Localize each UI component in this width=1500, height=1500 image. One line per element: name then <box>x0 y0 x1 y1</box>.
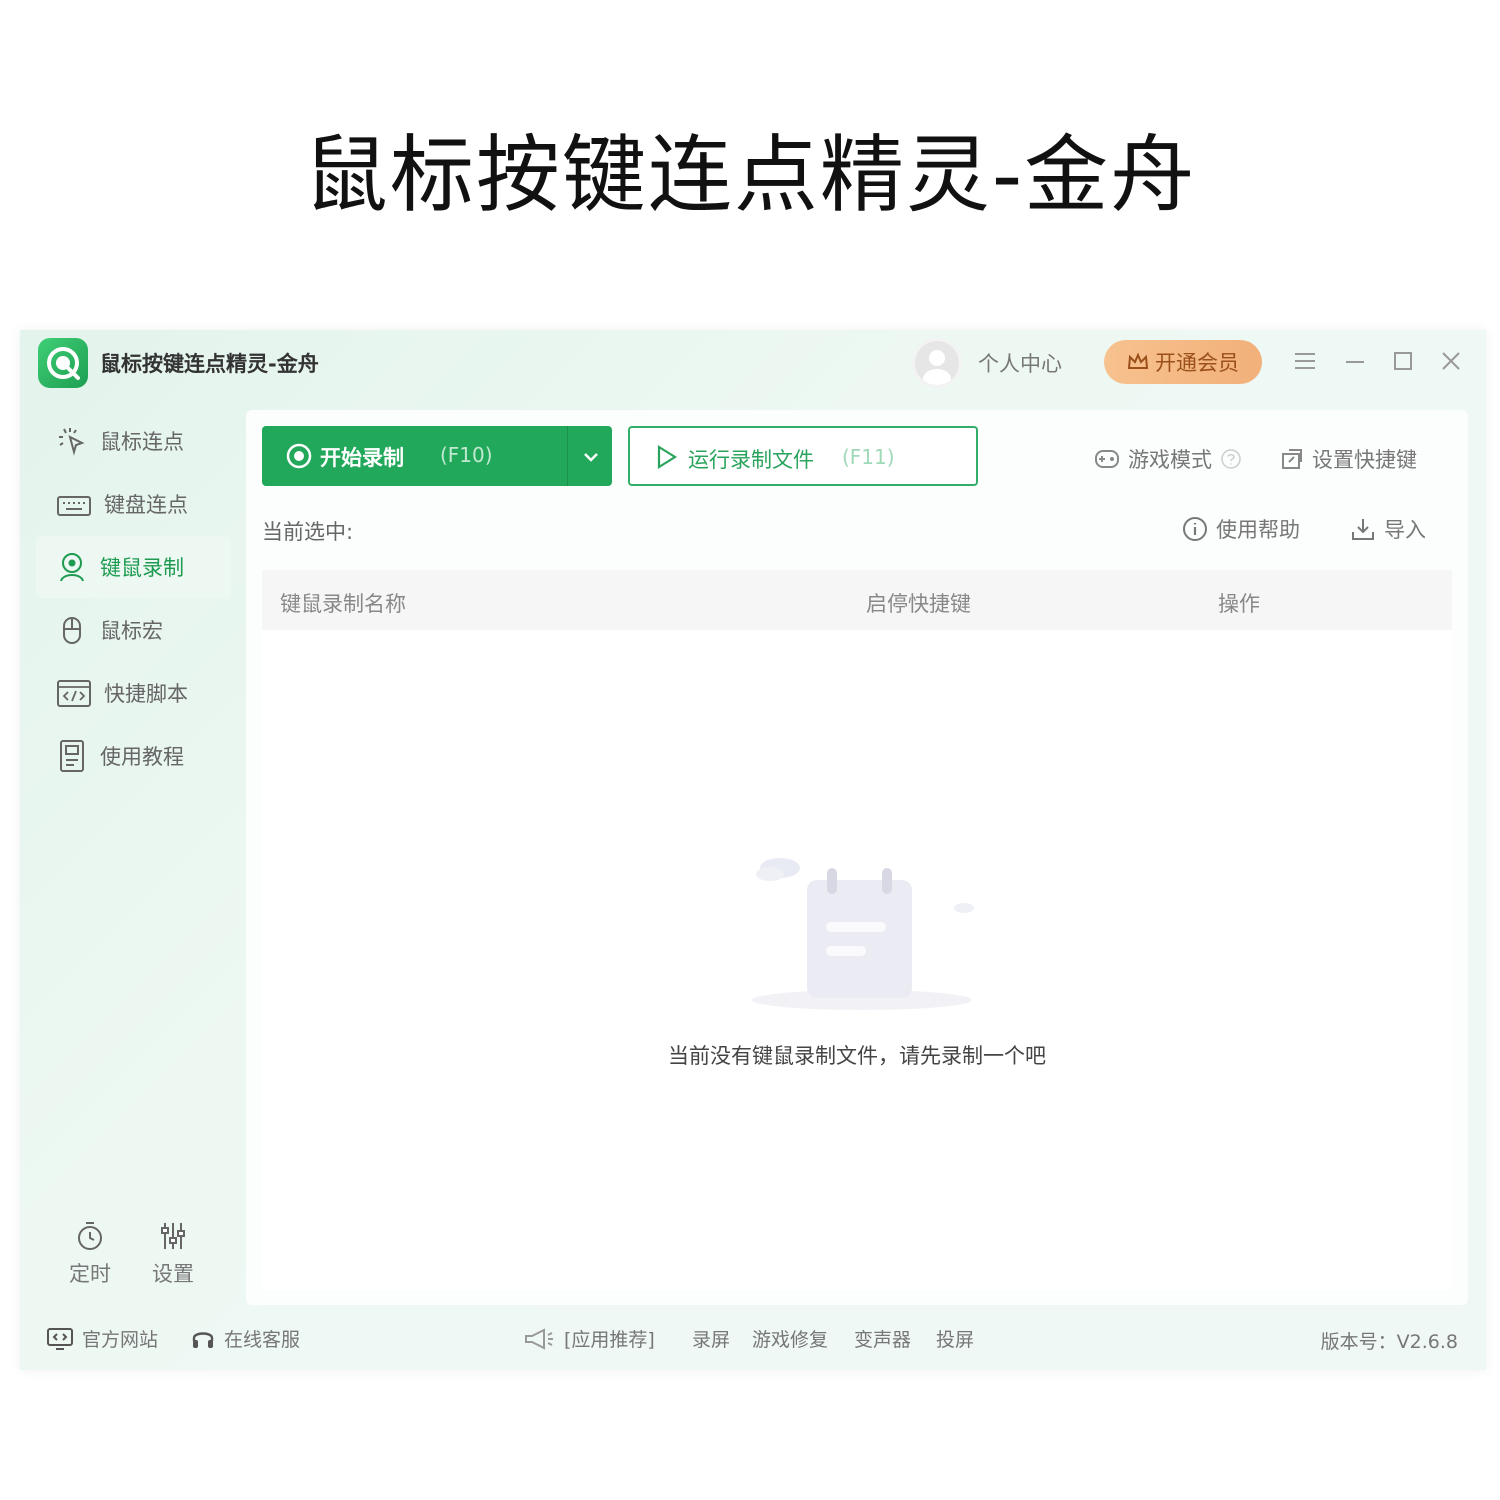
sidebar-item-label: 使用教程 <box>100 745 184 769</box>
official-website-label: 官方网站 <box>82 1329 159 1351</box>
empty-state-text: 当前没有键鼠录制文件，请先录制一个吧 <box>668 1044 1046 1068</box>
app-logo-icon <box>38 338 88 388</box>
crown-icon <box>1127 352 1149 369</box>
mouse-icon <box>63 617 81 644</box>
column-header-hotkey: 启停快捷键 <box>866 592 971 616</box>
sidebar-item-label: 键鼠录制 <box>100 556 184 580</box>
game-mode-label: 游戏模式 <box>1128 448 1212 472</box>
keyboard-icon <box>57 496 91 516</box>
chevron-down-icon[interactable] <box>580 446 602 468</box>
online-support-link[interactable]: 在线客服 <box>190 1325 300 1352</box>
set-shortcut-label: 设置快捷键 <box>1312 448 1417 472</box>
footer-link-game-repair[interactable]: 游戏修复 <box>752 1325 828 1352</box>
record-icon <box>286 443 312 469</box>
help-circle-icon[interactable] <box>1220 448 1242 470</box>
footer-link-screen-cast[interactable]: 投屏 <box>936 1325 974 1352</box>
import-label: 导入 <box>1384 518 1426 542</box>
monitor-code-icon <box>47 1327 73 1350</box>
headset-icon <box>192 1331 214 1348</box>
timer-icon <box>78 1222 102 1250</box>
sidebar-item-label: 鼠标宏 <box>100 619 163 643</box>
sidebar-item-script[interactable]: 快捷脚本 <box>36 662 231 724</box>
run-record-file-button[interactable]: 运行录制文件 (F11) <box>628 426 978 486</box>
start-record-button[interactable]: 开始录制 (F10) <box>262 426 612 486</box>
sidebar-item-label: 键盘连点 <box>104 493 188 517</box>
table-header: 键鼠录制名称 启停快捷键 操作 <box>262 570 1452 630</box>
vip-button[interactable]: 开通会员 <box>1104 340 1262 384</box>
titlebar: 鼠标按键连点精灵-金舟 个人中心 开通会员 <box>20 330 1486 394</box>
megaphone-icon <box>525 1327 553 1350</box>
sidebar-item-tutorial[interactable]: 使用教程 <box>36 725 231 787</box>
app-recommend-label: [应用推荐] <box>564 1329 655 1351</box>
info-icon <box>1183 517 1207 541</box>
banner-title: 鼠标按键连点精灵-金舟 <box>303 126 1197 224</box>
app-title: 鼠标按键连点精灵-金舟 <box>100 352 319 376</box>
footer-link-label: 录屏 <box>692 1329 731 1351</box>
online-support-label: 在线客服 <box>224 1329 301 1351</box>
mouse-click-icon <box>59 428 85 456</box>
avatar[interactable] <box>912 338 962 388</box>
sliders-icon <box>161 1223 185 1249</box>
timer-label: 定时 <box>69 1262 111 1286</box>
main-panel: 开始录制 (F10) 运行录制文件 (F11) 游戏模式 设置快捷键 当前选中:… <box>246 410 1468 1305</box>
settings-button[interactable]: 设置 <box>143 1220 203 1288</box>
minimize-icon[interactable] <box>1342 348 1368 374</box>
menu-icon[interactable] <box>1292 348 1318 374</box>
run-record-file-label: 运行录制文件 <box>688 448 814 472</box>
start-record-label: 开始录制 <box>320 446 404 470</box>
game-mode-toggle[interactable]: 游戏模式 <box>1094 444 1242 474</box>
help-button[interactable]: 使用帮助 <box>1182 514 1300 544</box>
run-record-file-hotkey: (F11) <box>842 445 895 469</box>
version-label: 版本号：V2.6.8 <box>1320 1331 1458 1353</box>
start-record-hotkey: (F10) <box>440 443 493 467</box>
import-button[interactable]: 导入 <box>1350 514 1426 544</box>
vip-button-label: 开通会员 <box>1155 351 1239 375</box>
app-recommend[interactable]: [应用推荐] <box>522 1325 655 1352</box>
footer-link-voice-changer[interactable]: 变声器 <box>854 1325 911 1352</box>
import-icon <box>1352 519 1374 540</box>
column-header-actions: 操作 <box>1218 592 1260 616</box>
current-selected-label: 当前选中: <box>262 520 354 544</box>
sidebar-item-keyboard-click[interactable]: 键盘连点 <box>36 473 231 535</box>
close-icon[interactable] <box>1438 348 1464 374</box>
sidebar-item-mouse-macro[interactable]: 鼠标宏 <box>36 599 231 661</box>
table-body: 当前没有键鼠录制文件，请先录制一个吧 <box>262 630 1452 1290</box>
help-label: 使用帮助 <box>1216 518 1300 542</box>
user-center-link[interactable]: 个人中心 <box>978 348 1062 378</box>
sidebar-item-mouse-click[interactable]: 鼠标连点 <box>36 410 231 472</box>
button-divider <box>567 426 568 486</box>
code-script-icon <box>57 680 91 707</box>
tutorial-doc-icon <box>60 740 84 772</box>
official-website-link[interactable]: 官方网站 <box>46 1325 158 1352</box>
column-header-name: 键鼠录制名称 <box>280 592 406 616</box>
footer-link-label: 变声器 <box>854 1329 912 1351</box>
footer-link-label: 游戏修复 <box>752 1329 829 1351</box>
play-icon <box>657 445 678 469</box>
shortcut-icon <box>1282 449 1302 469</box>
footer-link-screen-record[interactable]: 录屏 <box>692 1325 730 1352</box>
app-window: 鼠标按键连点精灵-金舟 个人中心 开通会员 鼠标连点 键盘连点 键鼠录制 鼠标宏… <box>20 330 1486 1370</box>
maximize-icon[interactable] <box>1390 348 1416 374</box>
timer-button[interactable]: 定时 <box>60 1220 120 1288</box>
record-user-icon <box>60 553 84 582</box>
sidebar-item-label: 快捷脚本 <box>104 682 188 706</box>
footer-link-label: 投屏 <box>936 1329 975 1351</box>
footer: 官方网站 在线客服 [应用推荐] 录屏 游戏修复 变声器 投屏 版本号：V2.6… <box>20 1315 1486 1360</box>
set-shortcut-button[interactable]: 设置快捷键 <box>1280 444 1417 474</box>
settings-label: 设置 <box>152 1262 194 1286</box>
sidebar-item-label: 鼠标连点 <box>100 430 184 454</box>
empty-notepad-illustration <box>752 858 974 1010</box>
sidebar-item-record[interactable]: 键鼠录制 <box>36 536 231 598</box>
gamepad-icon <box>1095 450 1119 468</box>
